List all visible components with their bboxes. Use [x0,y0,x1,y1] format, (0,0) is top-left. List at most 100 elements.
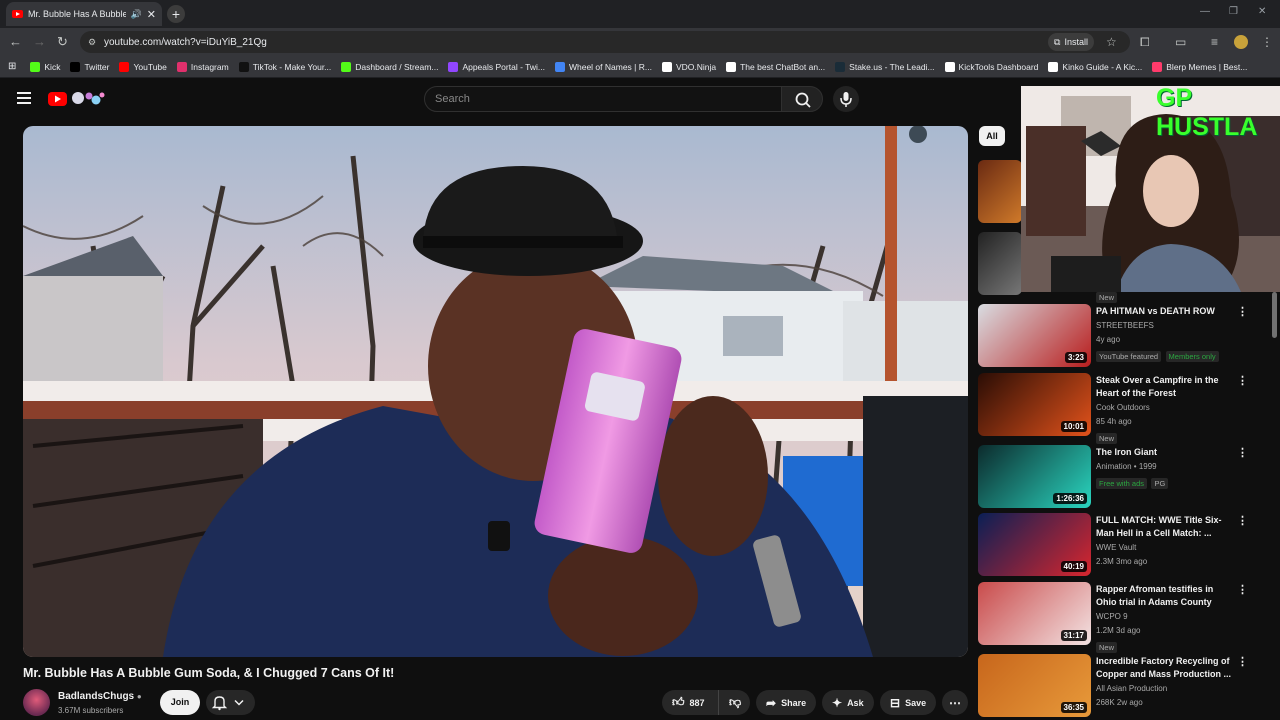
cast-icon[interactable]: ▭ [1175,35,1186,49]
browser-menu-icon[interactable]: ⋮ [1261,35,1273,49]
minimize-icon[interactable]: — [1200,6,1210,17]
video-options-icon[interactable]: ⋮ [1237,446,1248,459]
join-button[interactable]: Join [160,690,200,715]
bookmark-item[interactable]: TikTok - Make Your... [238,61,332,72]
like-button[interactable]: 👍︎ 887 [662,690,718,715]
bookmark-item[interactable]: VDO.Ninja [661,61,716,72]
browser-tab-title: Mr. Bubble Has A Bubble G [28,9,126,19]
video-thumbnail[interactable]: 31:17 [978,582,1091,645]
new-badge: New [1096,292,1118,303]
new-tab-button[interactable]: + [167,5,185,23]
video-options-icon[interactable]: ⋮ [1237,514,1248,527]
video-thumbnail[interactable]: 40:19 [978,513,1091,576]
partial-thumbnail[interactable] [978,160,1022,223]
bookmark-item[interactable]: Appeals Portal - Twi... [448,61,545,72]
site-info-icon[interactable]: ⚙ [88,37,96,48]
tab-close-icon[interactable]: ✕ [147,8,156,21]
channel-name[interactable]: BadlandsChugs ● [58,691,142,702]
bookmark-item[interactable]: The best ChatBot an... [726,61,825,72]
bookmark-item[interactable]: Dashboard / Stream... [341,61,438,72]
reload-icon[interactable]: ↻ [57,34,68,50]
video-item-title: Rapper Afroman testifies in Ohio trial i… [1096,584,1214,607]
video-thumbnail[interactable]: 1:26:36 [978,445,1091,508]
bookmark-favicon-icon [119,61,130,72]
subscriber-count: 3.67M subscribers [58,706,124,715]
bookmark-label: TikTok - Make Your... [252,61,332,72]
bookmark-favicon-icon [176,61,187,72]
bell-icon [211,696,228,711]
save-button[interactable]: ⊟ Save [880,690,937,715]
bookmark-star-icon[interactable]: ☆ [1106,35,1117,49]
tab-audio-icon[interactable]: 🔊 [131,9,142,20]
video-item-title: The Iron Giant [1096,447,1158,457]
video-meta[interactable]: PA HITMAN vs DEATH ROW STREETBEEFS 4y ago Y… [1096,305,1231,364]
sidebar-scrollbar[interactable] [1272,292,1277,338]
install-app-button[interactable]: ⧉ Install [1048,33,1094,51]
video-player[interactable] [23,126,968,657]
notifications-button[interactable] [206,690,255,715]
bookmark-favicon-icon [554,61,565,72]
like-count: 887 [689,697,705,708]
bookmark-favicon-icon [726,61,737,72]
window-close-icon[interactable]: ✕ [1258,6,1266,17]
video-options-icon[interactable]: ⋮ [1237,305,1248,318]
bookmark-item[interactable]: Wheel of Names | R... [554,61,652,72]
bookmark-item[interactable]: Kinko Guide - A Kic... [1048,61,1142,72]
bookmark-favicon-icon [448,61,459,72]
bookmark-item[interactable]: Instagram [176,61,229,72]
video-badge-secondary: Members only [1165,351,1219,362]
share-button[interactable]: ➦ Share [756,690,817,715]
media-controls-icon[interactable]: ≡ [1211,35,1218,49]
video-meta[interactable]: Incredible Factory Recycling of Copper a… [1096,655,1231,709]
video-meta[interactable]: Rapper Afroman testifies in Ohio trial i… [1096,583,1231,655]
channel-avatar[interactable] [23,689,50,716]
apps-grid-icon[interactable]: ⊞ [8,61,16,72]
video-thumbnail[interactable]: 3:23 [978,304,1091,367]
bookmark-item[interactable]: Blerp Memes | Best... [1152,61,1247,72]
video-title: Mr. Bubble Has A Bubble Gum Soda, & I Ch… [23,666,395,680]
dislike-button[interactable]: 👎︎ [718,690,750,715]
ask-label: Ask [847,697,864,708]
bookmark-item[interactable]: KickTools Dashboard [944,61,1039,72]
filter-chip-all[interactable]: All [979,126,1005,146]
bookmark-favicon-icon [835,61,846,72]
video-meta[interactable]: Steak Over a Campfire in the Heart of th… [1096,374,1231,446]
video-duration: 1:26:36 [1053,493,1087,504]
video-thumbnail[interactable]: 36:35 [978,654,1091,717]
bookmark-label: KickTools Dashboard [958,61,1039,72]
browser-tab[interactable]: Mr. Bubble Has A Bubble G 🔊 ✕ [6,2,162,26]
bookmark-item[interactable]: Kick [30,61,60,72]
search-button[interactable] [781,86,823,112]
video-meta[interactable]: The Iron Giant Animation • 1999 Free with … [1096,446,1231,491]
video-duration: 36:35 [1060,702,1087,713]
bookmark-favicon-icon [661,61,672,72]
ask-button[interactable]: ✦ Ask [822,690,874,715]
bookmark-item[interactable]: Stake.us - The Leadi... [835,61,935,72]
bookmark-item[interactable]: Twitter [70,61,109,72]
save-label: Save [905,697,927,708]
video-options-icon[interactable]: ⋮ [1237,583,1248,596]
bookmark-favicon-icon [341,61,352,72]
address-bar[interactable]: ⚙ youtube.com/watch?v=iDuYiB_21Qg [80,31,1130,53]
video-options-icon[interactable]: ⋮ [1237,655,1248,668]
more-actions-button[interactable]: ⋯ [942,690,968,715]
search-input[interactable]: Search [424,86,782,112]
back-arrow-icon[interactable]: ← [9,34,22,49]
maximize-icon[interactable]: ❐ [1229,6,1238,17]
microphone-icon [840,92,852,107]
video-thumbnail[interactable]: 10:01 [978,373,1091,436]
bookmark-item[interactable]: YouTube [119,61,167,72]
voice-search-button[interactable] [833,86,859,112]
install-label: Install [1064,37,1088,47]
forward-arrow-icon[interactable]: → [33,34,46,49]
video-channel: All Asian Production [1096,684,1168,693]
video-options-icon[interactable]: ⋮ [1237,374,1248,387]
profile-avatar-icon[interactable] [1234,35,1248,49]
extensions-icon[interactable]: ⧠ [1140,35,1150,50]
menu-icon[interactable] [17,92,31,104]
video-meta[interactable]: FULL MATCH: WWE Title Six-Man Hell in a … [1096,514,1231,568]
partial-thumbnail[interactable] [978,232,1022,295]
youtube-logo[interactable] [48,90,106,108]
video-stats: 1.2M 3d ago [1096,626,1141,635]
video-badge: New [1096,433,1118,444]
